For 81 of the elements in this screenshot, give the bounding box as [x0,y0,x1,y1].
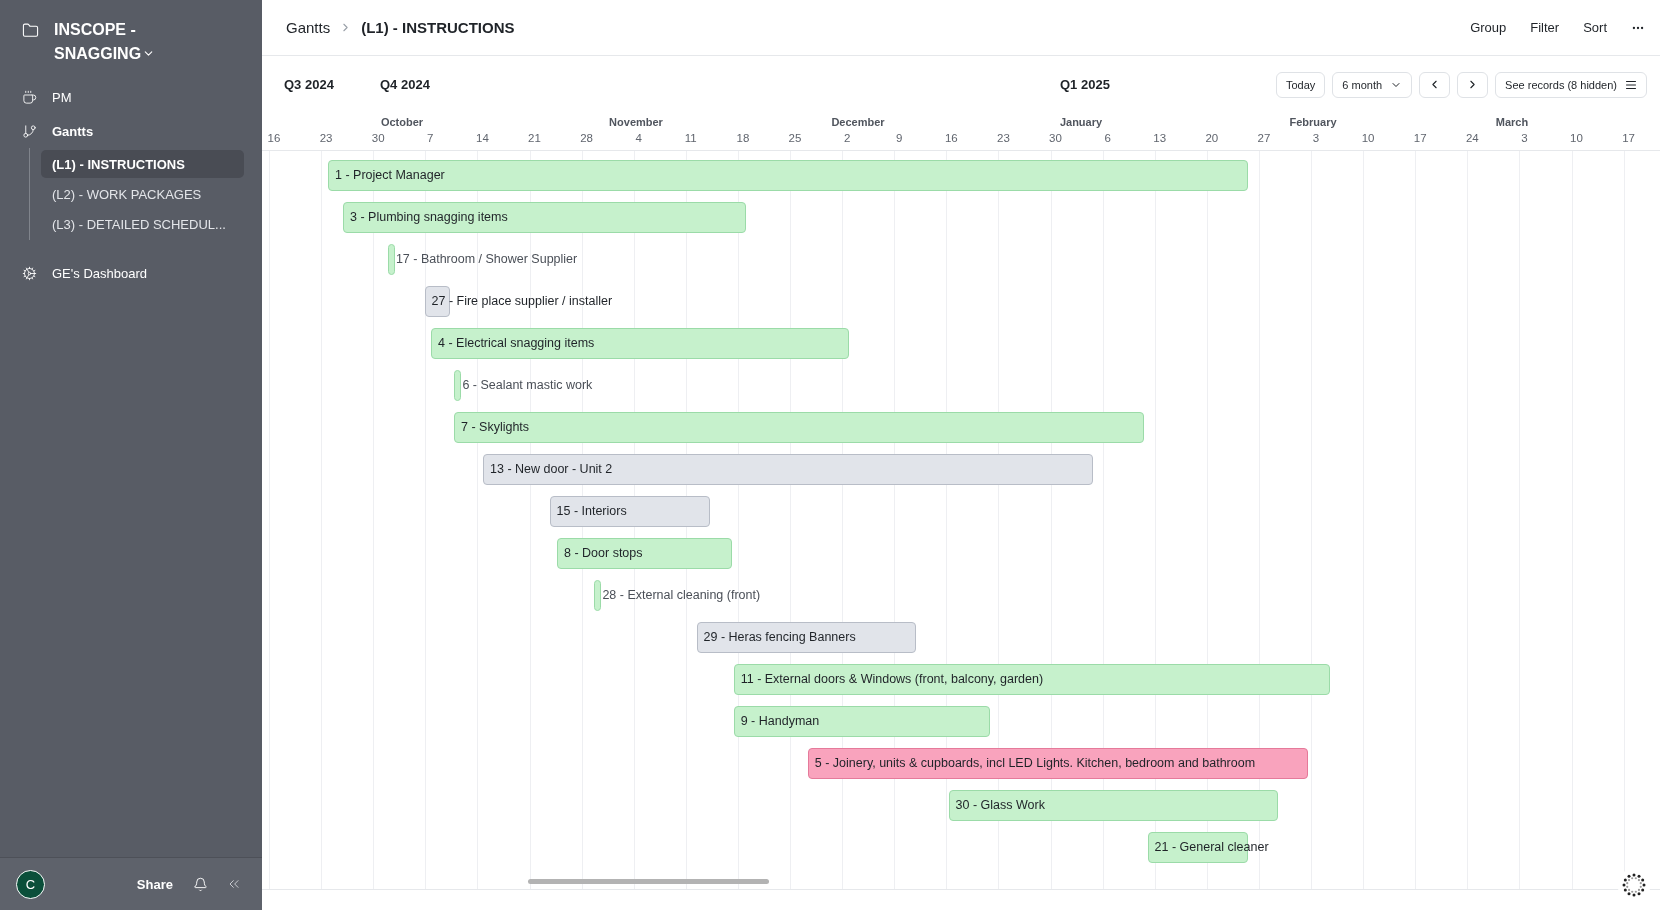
quarter-label: Q4 2024 [380,76,430,92]
cup-icon [22,89,37,105]
nav-item[interactable]: PM [52,89,72,105]
gantt-bar[interactable]: 8 - Door stops [557,538,732,569]
header-action[interactable]: Filter [1530,20,1560,35]
gantt-bar[interactable]: 4 - Electrical snagging items [431,328,849,359]
cog-icon [22,265,37,281]
week-label: 23 [997,132,1010,144]
bell-icon[interactable] [193,876,208,892]
gantt-bar[interactable]: 29 - Heras fencing Banners [696,622,916,653]
quarter-label: Q3 2024 [284,76,334,92]
week-label: 7 [427,132,434,144]
quarter-label: Q1 2025 [1060,76,1110,92]
week-label: 21 [528,132,541,144]
gantt-bar[interactable]: 9 - Handyman [733,706,990,737]
week-label: 25 [788,132,802,144]
week-label: 14 [476,132,489,144]
week-label: 11 [684,132,697,144]
branch-icon [22,123,37,139]
see-records-button[interactable]: See records (8 hidden) [1495,71,1647,98]
week-label: 3 [1312,132,1320,144]
gantt-bar[interactable] [594,580,602,611]
share-button[interactable]: Share [136,876,173,892]
week-label: 16 [944,132,958,144]
next-button[interactable] [1457,71,1489,98]
folder-icon [22,22,39,39]
week-label: 17 [1413,132,1427,144]
week-label: 30 [371,132,385,144]
gantt-bar[interactable]: 15 - Interiors [549,496,710,527]
workspace-title[interactable]: INSCOPE - SNAGGING [54,18,144,66]
gantt-bar[interactable]: 5 - Joinery, units & cupboards, incl LED Lights. Kitchen, bedroom and bathroom [807,748,1308,779]
week-label: 6 [1104,132,1111,144]
month-label: February [1289,116,1337,128]
week-label: 4 [635,132,642,144]
gantt-bar[interactable]: 13 - New door - Unit 2 [483,454,1093,485]
breadcrumb-item[interactable]: (L1) - INSTRUCTIONS [361,19,515,36]
week-label: 20 [1205,132,1219,144]
nav-sub-item[interactable]: (L2) - WORK PACKAGES [41,180,244,208]
week-label: 16 [267,132,281,144]
gantt-bar[interactable]: 7 - Skylights [454,412,1144,443]
month-label: January [1059,116,1103,128]
breadcrumb-item[interactable]: Gantts [286,19,331,36]
user-avatar[interactable]: C [16,869,45,899]
range-dropdown[interactable]: 6 month [1332,71,1413,98]
week-label: 9 [896,132,903,144]
week-label: 23 [319,132,333,144]
nav-sub-item[interactable]: (L1) - INSTRUCTIONS [41,150,244,178]
month-label: March [1495,116,1529,128]
week-label: 30 [1049,132,1062,144]
task-label: 6 - Sealant mastic work [462,377,593,394]
gantt-bar[interactable]: 1 - Project Manager [328,160,1248,191]
gantt-bar[interactable]: 27 - Fire place supplier / installer [424,286,613,317]
month-label: October [380,116,424,128]
gantt-bar[interactable]: 11 - External doors & Windows (front, balcony, garden) [733,664,1330,695]
week-label: 2 [843,132,851,144]
scrollbar-thumb[interactable] [528,879,769,884]
week-label: 24 [1465,132,1479,144]
week-label: 3 [1521,132,1528,144]
header-action[interactable]: Sort [1583,20,1607,35]
month-label: November [609,116,663,128]
week-label: 10 [1361,132,1375,144]
week-label: 27 [1257,132,1271,144]
week-label: 18 [736,132,750,144]
task-label: 17 - Bathroom / Shower Supplier [395,251,578,268]
previous-button[interactable] [1419,71,1451,98]
week-label: 13 [1153,132,1167,144]
nav-item[interactable]: GE's Dashboard [52,265,147,281]
nav-sub-item[interactable]: (L3) - DETAILED SCHEDUL... [41,210,244,238]
task-label: 28 - External cleaning (front) [602,587,761,604]
gantt-bar[interactable] [454,370,462,401]
week-label: 28 [580,132,593,144]
today-button[interactable]: Today [1276,71,1326,98]
gantt-bar[interactable]: 3 - Plumbing snagging items [343,202,746,233]
list-icon [1625,78,1637,91]
gantt-bar[interactable] [387,244,395,275]
gantt-bar[interactable]: 30 - Glass Work [948,790,1278,821]
month-label: December [831,116,885,128]
week-label: 10 [1570,132,1583,144]
week-label: 17 [1622,132,1635,144]
nav-item[interactable]: Gantts [52,123,94,139]
header-action[interactable]: Group [1470,20,1507,35]
